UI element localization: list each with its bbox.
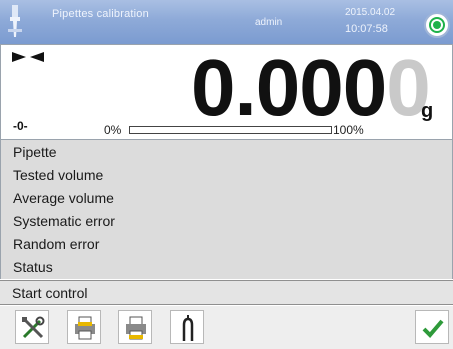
time-label: 10:07:58 <box>345 23 388 35</box>
tools-icon <box>22 316 45 339</box>
print-footer-icon <box>126 316 146 340</box>
user-name[interactable]: admin <box>255 17 282 28</box>
start-control-label: Start control <box>12 285 88 301</box>
date-label: 2015.04.02 <box>345 7 396 18</box>
info-row-tested-volume: Tested volume <box>13 167 104 183</box>
weight-value: 0.000 <box>191 43 387 132</box>
info-row-status: Status <box>13 259 53 275</box>
info-panel: Pipette Tested volume Average volume Sys… <box>0 140 453 279</box>
unit-label[interactable]: g <box>421 100 433 123</box>
print-footer-button[interactable] <box>118 310 152 344</box>
range-min-label: 0% <box>104 123 122 137</box>
print-header-icon <box>75 316 95 340</box>
bottom-toolbar <box>0 306 453 349</box>
zero-indicator: -0- <box>13 119 28 133</box>
info-row-systematic-error: Systematic error <box>13 213 115 229</box>
range-max-label: 100% <box>333 123 364 137</box>
info-row-random-error: Random error <box>13 236 100 252</box>
weighing-display: 0.0000 g -0- 0% 100% <box>0 44 453 140</box>
confirm-button[interactable] <box>415 310 449 344</box>
pipette-icon <box>8 5 22 37</box>
start-control-button[interactable]: Start control <box>0 280 453 305</box>
app-title: Pipettes calibration <box>52 8 149 20</box>
tools-button[interactable] <box>15 310 49 344</box>
load-bar <box>129 126 332 134</box>
pipette-select-icon <box>182 315 194 341</box>
top-bar: Pipettes calibration admin 2015.04.02 10… <box>0 0 453 44</box>
pipette-select-button[interactable] <box>170 310 204 344</box>
info-row-pipette: Pipette <box>13 144 57 160</box>
print-header-button[interactable] <box>67 310 101 344</box>
weight-readout: 0.0000 <box>191 48 431 128</box>
level-indicator-icon[interactable] <box>424 12 450 38</box>
confirm-icon <box>422 319 444 338</box>
stability-icon <box>12 52 44 62</box>
info-row-average-volume: Average volume <box>13 190 114 206</box>
